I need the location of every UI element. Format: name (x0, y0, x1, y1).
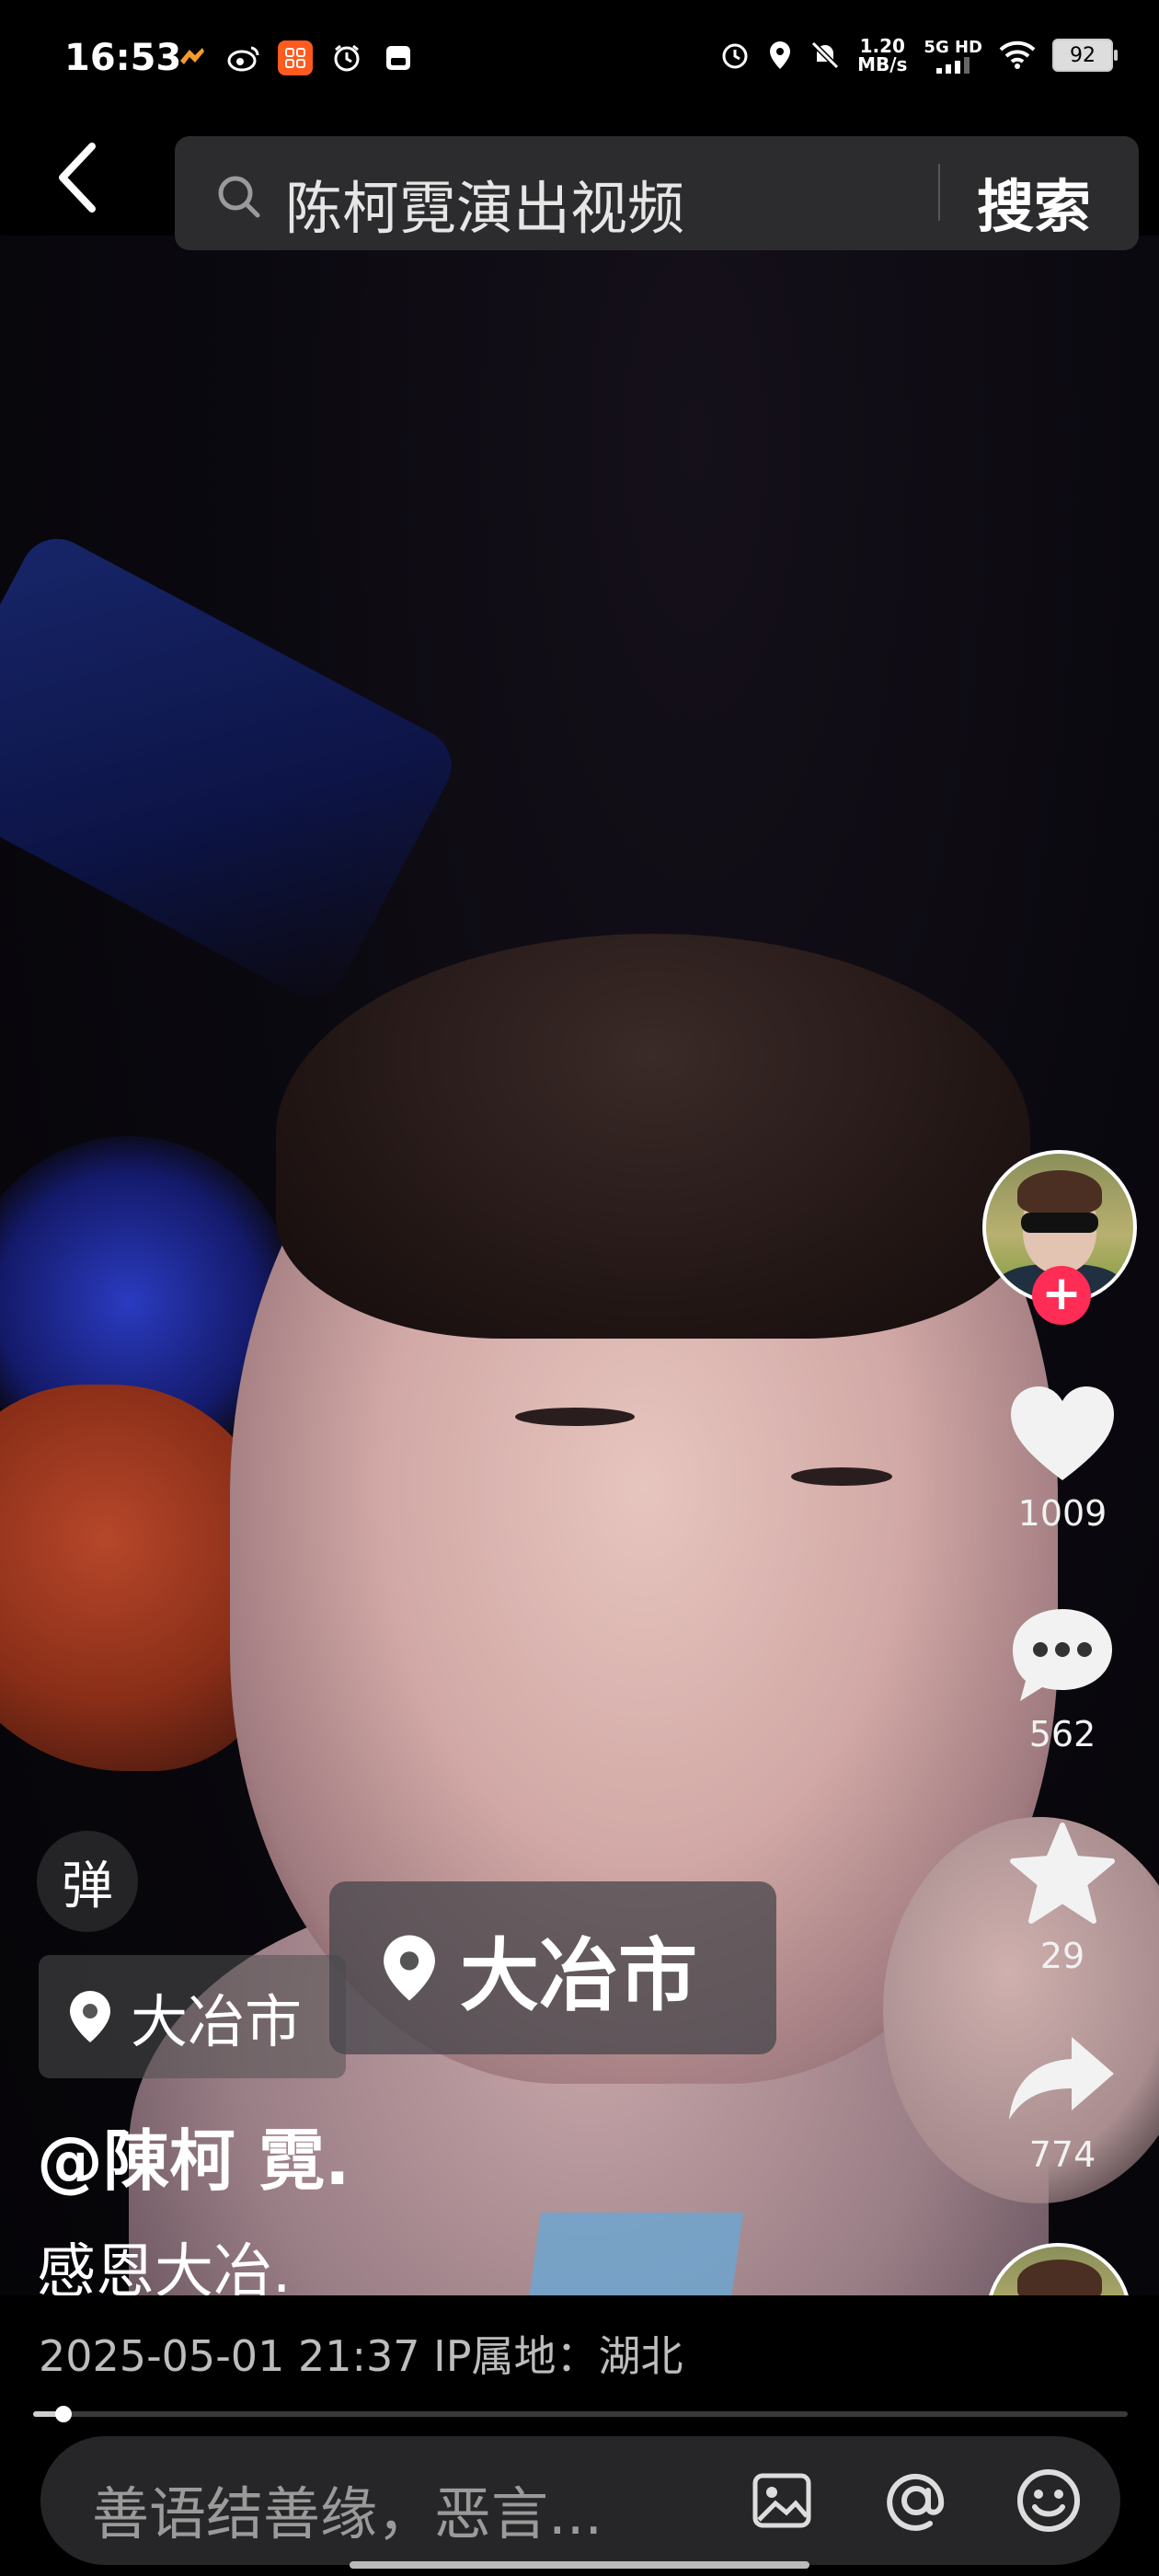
shopping-app-icon (278, 40, 313, 75)
danmu-label: 弹 (62, 1856, 113, 1916)
status-time: 16:53 (64, 37, 182, 79)
progress-handle[interactable] (54, 2406, 72, 2422)
network-speed: 1.20 MB/s (857, 35, 908, 75)
image-icon (752, 2473, 811, 2528)
search-input[interactable]: 陈柯霓演出视频 (285, 162, 684, 245)
video-screen: 16:53 1.20 MB/s 5G HD 92 陈柯霓演出视频 搜索 + 10… (0, 0, 1159, 2576)
location-tag[interactable]: 大冶市 (39, 1955, 346, 2078)
comment-button[interactable]: 562 (975, 1605, 1150, 1754)
home-indicator[interactable] (350, 2561, 809, 2569)
post-date-ip: 2025-05-01 21:37 IP属地：湖北 (39, 2331, 683, 2381)
chevron-left-icon (59, 143, 96, 213)
avatar-hair (1017, 1170, 1102, 1214)
image-button[interactable] (745, 2464, 819, 2537)
like-button[interactable]: 1009 (975, 1385, 1150, 1534)
comment-icon (1013, 1609, 1112, 1701)
status-right: 1.20 MB/s 5G HD 92 (719, 35, 1118, 75)
follow-button[interactable]: + (1032, 1266, 1091, 1325)
bottom-bar: 善语结善缘，恶言... (0, 2429, 1159, 2576)
comment-input[interactable]: 善语结善缘，恶言... (40, 2436, 1120, 2565)
weibo-icon (226, 40, 261, 75)
signal-5g: 5G HD (924, 38, 982, 74)
location-popup[interactable]: 大冶市 (329, 1881, 776, 2054)
smiley-icon (1017, 2469, 1080, 2532)
star-icon (1010, 1823, 1115, 1924)
search-icon (218, 176, 260, 218)
search-header: 陈柯霓演出视频 搜索 (0, 118, 1159, 250)
comment-count: 562 (1028, 1714, 1096, 1754)
alarm-icon (329, 40, 364, 75)
location-tag-label: 大冶市 (131, 1988, 303, 2055)
at-icon (887, 2473, 945, 2531)
signal-bars-icon (936, 56, 970, 74)
mute-icon (810, 40, 840, 70)
video-caption: 感恩大冶. (37, 2238, 292, 2296)
heart-icon (1011, 1386, 1114, 1480)
emoji-button[interactable] (1012, 2464, 1085, 2537)
share-button[interactable]: 774 (975, 2033, 1150, 2175)
share-count: 774 (1028, 2134, 1096, 2175)
battery-indicator: 92 (1052, 39, 1118, 72)
app-notification-icon (175, 40, 210, 75)
person-eye-left (515, 1408, 635, 1426)
like-count: 1009 (1017, 1493, 1107, 1534)
favorite-button[interactable]: 29 (975, 1822, 1150, 1976)
wifi-icon (999, 40, 1036, 69)
danmu-toggle-button[interactable]: 弹 (37, 1831, 138, 1932)
mention-button[interactable] (879, 2464, 953, 2537)
comment-placeholder: 善语结善缘，恶言... (92, 2480, 603, 2547)
background-light (0, 525, 465, 1011)
search-divider (938, 164, 940, 221)
search-bar[interactable]: 陈柯霓演出视频 搜索 (175, 136, 1139, 250)
status-bar: 16:53 1.20 MB/s 5G HD 92 (0, 0, 1159, 118)
app-box-icon (381, 40, 416, 75)
avatar-sunglasses (1021, 1213, 1098, 1233)
location-icon (770, 41, 791, 69)
status-app-icons (175, 40, 416, 75)
author-username[interactable]: @陳柯 霓. (37, 2107, 350, 2203)
back-button[interactable] (46, 143, 110, 213)
alarm-icon (722, 43, 748, 69)
person-eye-right (791, 1467, 892, 1486)
video-meta-bar: 2025-05-01 21:37 IP属地：湖北 (0, 2295, 1159, 2424)
video-progress-bar[interactable] (33, 2406, 1128, 2422)
person-hair (276, 934, 1030, 1339)
favorite-count: 29 (1039, 1936, 1085, 1976)
location-pin-icon (384, 1935, 435, 2001)
location-pin-icon (70, 1991, 110, 2042)
share-arrow-icon (1009, 2037, 1114, 2120)
location-popup-label: 大冶市 (460, 1929, 697, 2022)
search-button[interactable]: 搜索 (977, 160, 1091, 243)
